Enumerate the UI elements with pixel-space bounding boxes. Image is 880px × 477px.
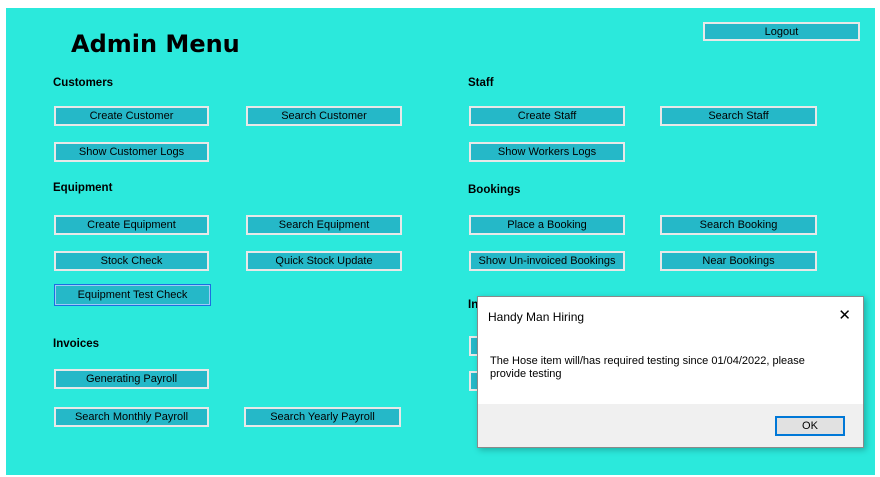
- page-title: Admin Menu: [71, 30, 240, 58]
- generating-payroll-button[interactable]: Generating Payroll: [54, 369, 209, 389]
- ok-button[interactable]: OK: [775, 416, 845, 436]
- show-uninvoiced-bookings-button[interactable]: Show Un-invoiced Bookings: [469, 251, 625, 271]
- customers-heading: Customers: [53, 77, 114, 89]
- search-staff-button[interactable]: Search Staff: [660, 106, 817, 126]
- hidden-button-2[interactable]: [469, 371, 477, 391]
- create-customer-button[interactable]: Create Customer: [54, 106, 209, 126]
- show-customer-logs-button[interactable]: Show Customer Logs: [54, 142, 209, 162]
- quick-stock-update-button[interactable]: Quick Stock Update: [246, 251, 402, 271]
- message-dialog: Handy Man Hiring ✕ The Hose item will/ha…: [477, 296, 864, 448]
- create-staff-button[interactable]: Create Staff: [469, 106, 625, 126]
- invoices-heading: Invoices: [53, 338, 100, 350]
- staff-heading: Staff: [468, 77, 494, 89]
- dialog-title: Handy Man Hiring: [488, 310, 585, 324]
- show-workers-logs-button[interactable]: Show Workers Logs: [469, 142, 625, 162]
- search-booking-button[interactable]: Search Booking: [660, 215, 817, 235]
- create-equipment-button[interactable]: Create Equipment: [54, 215, 209, 235]
- hidden-button-1[interactable]: [469, 336, 477, 356]
- equipment-heading: Equipment: [53, 182, 113, 194]
- search-monthly-payroll-button[interactable]: Search Monthly Payroll: [54, 407, 209, 427]
- search-customer-button[interactable]: Search Customer: [246, 106, 402, 126]
- place-booking-button[interactable]: Place a Booking: [469, 215, 625, 235]
- close-icon[interactable]: ✕: [838, 306, 851, 324]
- bookings-heading: Bookings: [468, 184, 521, 196]
- stock-check-button[interactable]: Stock Check: [54, 251, 209, 271]
- dialog-footer: OK: [478, 404, 863, 447]
- search-equipment-button[interactable]: Search Equipment: [246, 215, 402, 235]
- search-yearly-payroll-button[interactable]: Search Yearly Payroll: [244, 407, 401, 427]
- equipment-test-check-button[interactable]: Equipment Test Check: [54, 284, 211, 306]
- logout-button[interactable]: Logout: [703, 22, 860, 41]
- near-bookings-button[interactable]: Near Bookings: [660, 251, 817, 271]
- dialog-message: The Hose item will/has required testing …: [490, 355, 805, 380]
